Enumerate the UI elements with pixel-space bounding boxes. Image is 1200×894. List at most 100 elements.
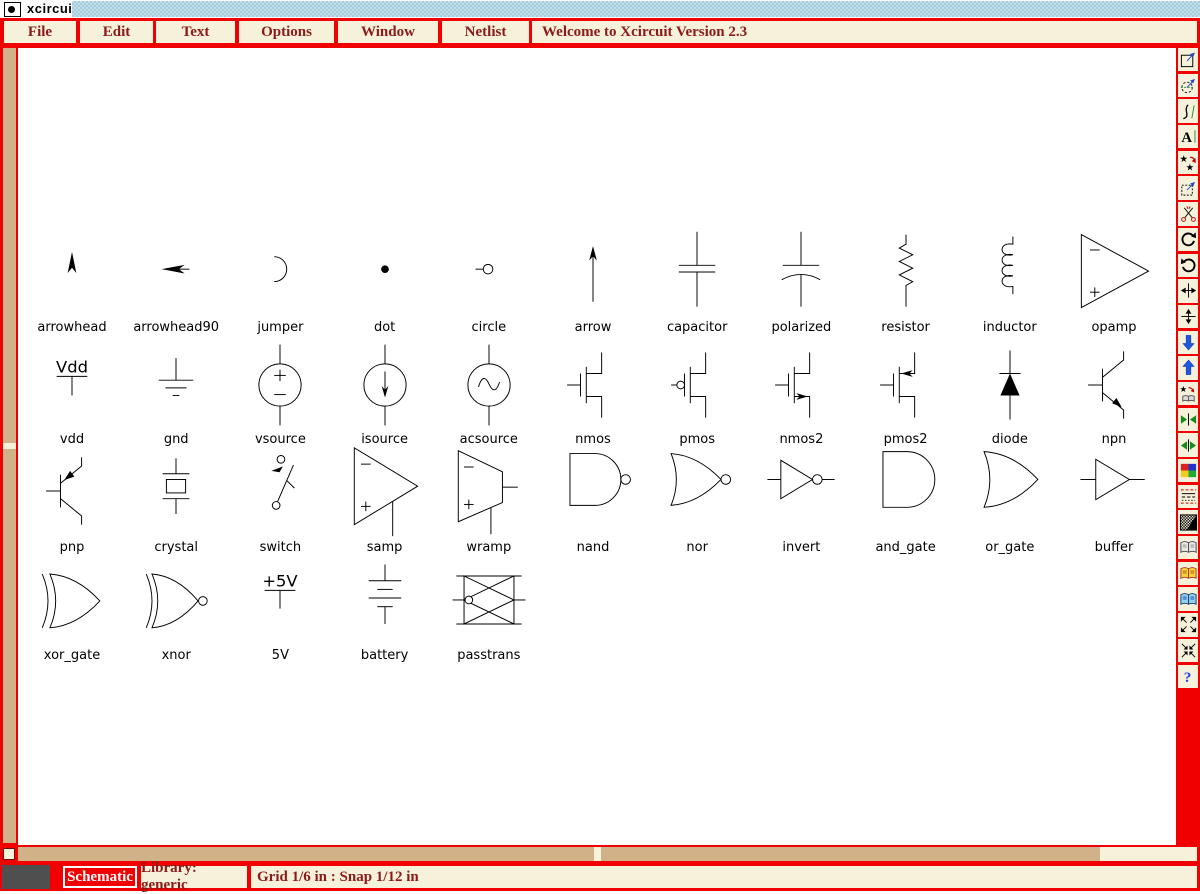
menu-text[interactable]: Text [156,21,235,43]
flip-vertical-tool[interactable] [1178,305,1198,328]
library-symbol-switch[interactable]: switch [228,443,332,557]
library-symbol-xor_gate[interactable]: xor_gate [20,551,124,665]
menu-options[interactable]: Options [239,21,334,43]
expand-icon [1179,615,1198,634]
library-symbol-pmos2[interactable]: pmos2 [854,337,958,449]
library-symbol-jumper[interactable]: jumper [228,225,332,337]
statusbar: Schematic Library: generic Grid 1/6 in :… [0,863,1200,891]
arrowhead-symbol-drawing [30,225,114,321]
menu-netlist[interactable]: Netlist [442,21,529,43]
menu-edit[interactable]: Edit [80,21,153,43]
flip-horizontal-tool[interactable] [1178,279,1198,302]
push-icon [1179,333,1198,352]
symbol-label: polarized [749,320,853,337]
symbol-tool[interactable]: ★★ [1178,151,1198,174]
library-symbol-dot[interactable]: dot [333,225,437,337]
horizontal-scrollbar-track[interactable] [1100,847,1197,861]
library-symbol-diode[interactable]: diode [958,337,1062,449]
library-symbol-acsource[interactable]: acsource [437,337,541,449]
color-tool[interactable] [1178,459,1198,482]
library-symbol-polarized[interactable]: polarized [749,225,853,337]
library-symbol-nor[interactable]: nor [645,443,749,557]
library-symbol-or_gate[interactable]: or_gate [958,443,1062,557]
library-symbol-pmos[interactable]: pmos [645,337,749,449]
unjoin-tool[interactable] [1178,433,1198,456]
library-symbol-opamp[interactable]: opamp [1062,225,1166,337]
library-symbol-samp[interactable]: samp [333,443,437,557]
pmos2-symbol-drawing [864,337,948,433]
window-menu-button[interactable] [4,2,21,17]
crystal-symbol-drawing [134,443,218,539]
library-directory-tool[interactable] [1178,536,1198,559]
library-indicator[interactable]: Library: generic [141,866,247,888]
xor_gate-symbol-drawing [30,551,114,647]
library-symbol-crystal[interactable]: crystal [124,443,228,557]
spline-icon [1179,102,1198,121]
library-symbol-buffer[interactable]: buffer [1062,443,1166,557]
help-tool[interactable]: ? [1178,665,1198,688]
library-symbol-vsource[interactable]: vsource [228,337,332,449]
library-symbol-npn[interactable]: npn [1062,337,1166,449]
isource-symbol-drawing [343,337,427,433]
library-symbol-gnd[interactable]: gnd [124,337,228,449]
select-move-tool[interactable] [1178,176,1198,199]
join-tool[interactable] [1178,408,1198,431]
nor-symbol-drawing [655,443,739,539]
library-symbol-resistor[interactable]: resistor [854,225,958,337]
library-symbol-battery[interactable]: battery [333,551,437,665]
symbol-label: dot [333,320,437,337]
nand-symbol-drawing [551,443,635,539]
library-symbol-passtrans[interactable]: passtrans [437,551,541,665]
library-symbol-wramp[interactable]: wramp [437,443,541,557]
toolbar: A★★★? [1176,46,1200,845]
menubar: FileEditTextOptionsWindowNetlistWelcome … [0,18,1200,46]
cut-tool[interactable] [1178,202,1198,225]
library-symbol-inductor[interactable]: inductor [958,225,1062,337]
library-symbol-pnp[interactable]: pnp [20,443,124,557]
arrowhead90-symbol-drawing [134,225,218,321]
horizontal-scrollbar[interactable] [18,847,1100,861]
zoom-in-tool[interactable] [1178,639,1198,662]
library-symbol-nand[interactable]: nand [541,443,645,557]
symbol-label: circle [437,320,541,337]
rotate-ccw-tool[interactable] [1178,254,1198,277]
symbol-label: arrowhead [20,320,124,337]
symbol-label: capacitor [645,320,749,337]
library-symbol-nmos[interactable]: nmos [541,337,645,449]
svg-text:★: ★ [1179,384,1187,394]
page-directory-tool[interactable] [1178,587,1198,610]
zoom-out-tool[interactable] [1178,613,1198,636]
library-symbol-vdd[interactable]: Vddvdd [20,337,124,449]
library-symbol-arrow[interactable]: arrow [541,225,645,337]
svg-text:?: ? [1183,669,1191,686]
rotate-cw-tool[interactable] [1178,228,1198,251]
menu-window[interactable]: Window [338,21,438,43]
text-tool[interactable]: A [1178,125,1198,148]
and_gate-symbol-drawing [864,443,948,539]
menu-file[interactable]: File [4,21,76,43]
library-symbol-isource[interactable]: isource [333,337,437,449]
library-symbol-nmos2[interactable]: nmos2 [749,337,853,449]
mode-button[interactable]: Schematic [63,866,137,888]
library-symbol-invert[interactable]: invert [749,443,853,557]
pop-tool[interactable] [1178,356,1198,379]
vertical-scrollbar[interactable] [3,48,16,843]
drawing-canvas[interactable]: arrowheadarrowhead90jumperdotcirclearrow… [18,48,1176,845]
fill-style-tool[interactable] [1178,510,1198,533]
or_gate-symbol-drawing [968,443,1052,539]
spline-tool[interactable] [1178,99,1198,122]
library-symbol-circle[interactable]: circle [437,225,541,337]
border-style-tool[interactable] [1178,485,1198,508]
library-symbol-arrowhead[interactable]: arrowhead [20,225,124,337]
library-symbol-arrowhead90[interactable]: arrowhead90 [124,225,228,337]
library-symbol-xnor[interactable]: xnor [124,551,228,665]
library-symbol-capacitor[interactable]: capacitor [645,225,749,337]
arc-tool[interactable] [1178,74,1198,97]
pop-icon [1179,358,1198,377]
library-symbol-and_gate[interactable]: and_gate [854,443,958,557]
library-symbol-5V[interactable]: +5V5V [228,551,332,665]
push-tool[interactable] [1178,331,1198,354]
user-library-tool[interactable] [1178,562,1198,585]
make-object-tool[interactable]: ★ [1178,382,1198,405]
box-tool[interactable] [1178,48,1198,71]
